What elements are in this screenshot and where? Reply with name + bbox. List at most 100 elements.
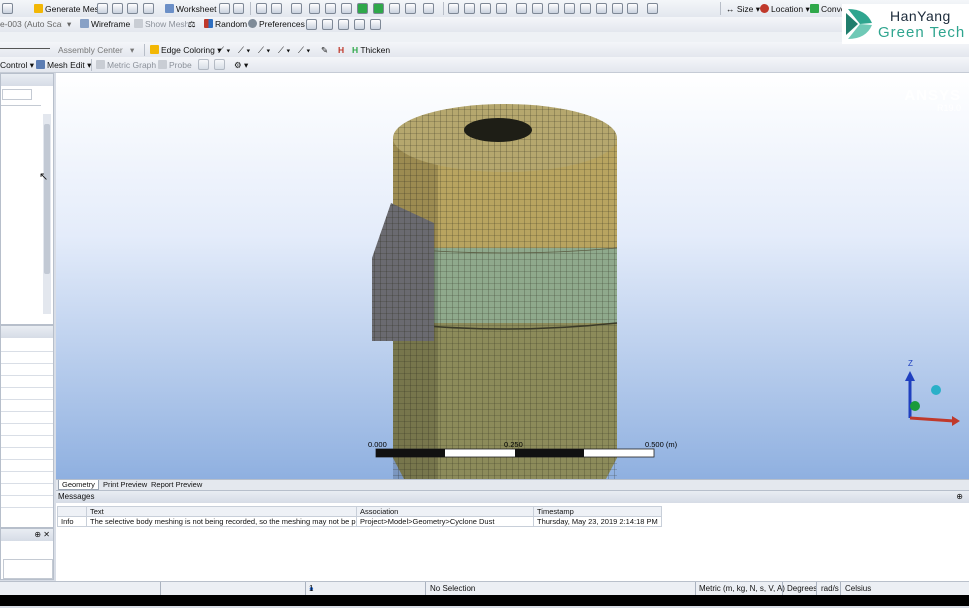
- align-icon[interactable]: [354, 19, 365, 30]
- toolbar-display: e-003 (Auto Scale) ▾ Wireframe Show Mesh…: [0, 17, 969, 33]
- location-button[interactable]: Location ▾: [760, 3, 810, 16]
- properties-field[interactable]: [3, 559, 53, 579]
- mesh-show-icon[interactable]: [112, 3, 123, 14]
- previous-view-icon[interactable]: [580, 3, 591, 14]
- table-icon[interactable]: [127, 3, 138, 14]
- h-icon[interactable]: H: [338, 44, 344, 57]
- zoom-box-icon[interactable]: [532, 3, 543, 14]
- edge-display-icon[interactable]: ⟋ ▾: [218, 44, 230, 57]
- pan-icon[interactable]: [464, 3, 475, 14]
- control-dropdown[interactable]: Control ▾: [0, 59, 34, 72]
- pin-icon[interactable]: ⊕: [34, 530, 41, 539]
- step-dropdown-icon[interactable]: ▾: [67, 18, 71, 31]
- outline-panel: ↖: [0, 73, 54, 325]
- units-status[interactable]: Metric (m, kg, N, s, V, A): [699, 582, 785, 595]
- size-button[interactable]: ↔ Size ▾: [726, 3, 760, 16]
- align-icon[interactable]: [322, 19, 333, 30]
- edge-display-icon[interactable]: ⟋ ▾: [298, 44, 310, 57]
- report-icon[interactable]: [143, 3, 154, 14]
- zoom-icon[interactable]: [480, 3, 491, 14]
- scale-icon[interactable]: ⚖: [188, 18, 196, 31]
- angular-velocity-units[interactable]: rad/s: [821, 582, 839, 595]
- outline-scrollbar[interactable]: [43, 114, 51, 314]
- viewport-layout-icon[interactable]: [647, 3, 658, 14]
- select-mode-icon[interactable]: [256, 3, 267, 14]
- wireframe-button[interactable]: Wireframe: [80, 18, 130, 31]
- messages-panel: Messages ⊕ Text Association Timestamp Inf…: [56, 490, 969, 581]
- cyclone-mesh-model[interactable]: [56, 73, 969, 479]
- align-icon[interactable]: [306, 19, 317, 30]
- select-body-icon[interactable]: [309, 3, 320, 14]
- extend-icon[interactable]: [423, 3, 434, 14]
- convert-button[interactable]: Conve: [810, 3, 846, 16]
- lock-icon[interactable]: [627, 3, 638, 14]
- annotation-icon[interactable]: [214, 59, 225, 70]
- metric-graph-button[interactable]: Metric Graph: [96, 59, 156, 72]
- rotate-icon[interactable]: [448, 3, 459, 14]
- assembly-center-chevron-icon[interactable]: ▾: [130, 44, 134, 57]
- outline-header: [1, 74, 53, 86]
- logo-line1: HanYang: [890, 8, 951, 24]
- angle-units[interactable]: Degrees: [787, 582, 817, 595]
- thicken-icon: H: [352, 45, 359, 55]
- triad-z-label: Z: [908, 359, 913, 368]
- magnifier-icon[interactable]: [564, 3, 575, 14]
- graph-icon: [96, 60, 105, 69]
- scrollbar-thumb[interactable]: [44, 124, 50, 274]
- graphics-viewport[interactable]: ANSYS R19.0 0.000 0.250 0.500 (m) Z: [56, 73, 969, 479]
- help-icon[interactable]: [219, 3, 230, 14]
- close-icon[interactable]: ✕: [43, 530, 50, 539]
- thicken-button[interactable]: H Thicken: [352, 44, 390, 57]
- tab-geometry[interactable]: Geometry: [58, 480, 99, 490]
- box-zoom-icon[interactable]: [496, 3, 507, 14]
- select-element-icon[interactable]: [341, 3, 352, 14]
- show-mesh-button[interactable]: Show Mesh: [134, 18, 189, 31]
- preferences-button[interactable]: Preferences: [248, 18, 305, 31]
- thin-edge-icon[interactable]: ✎: [321, 44, 328, 57]
- edge-display-icon[interactable]: ⟋ ▾: [238, 44, 250, 57]
- outline-search-field[interactable]: [2, 89, 32, 100]
- select-face-icon[interactable]: [271, 3, 282, 14]
- select-vertex-icon[interactable]: [325, 3, 336, 14]
- mesh-icon: [134, 19, 143, 28]
- align-icon[interactable]: [370, 19, 381, 30]
- toolbar-main: Generate Mesh Worksheet ↔ Size ▾ Locatio…: [0, 0, 969, 18]
- select-node-icon[interactable]: [357, 3, 368, 14]
- tab-report-preview[interactable]: Report Preview: [148, 480, 205, 489]
- message-row[interactable]: Info The selective body meshing is not b…: [57, 516, 662, 527]
- select-part-icon[interactable]: [405, 3, 416, 14]
- align-icon[interactable]: [338, 19, 349, 30]
- mesh-edit-dropdown[interactable]: Mesh Edit ▾: [36, 59, 91, 72]
- preview-icon[interactable]: [97, 3, 108, 14]
- zoom-fit-icon[interactable]: [516, 3, 527, 14]
- arrows-horizontal-icon: ↔: [726, 4, 735, 14]
- zoom-to-fit-icon[interactable]: [548, 3, 559, 14]
- generate-mesh-button[interactable]: Generate Mesh: [34, 3, 104, 16]
- logo-line2: Green Tech: [878, 24, 966, 41]
- isometric-icon[interactable]: [612, 3, 623, 14]
- worksheet-button[interactable]: Worksheet: [165, 3, 216, 16]
- assembly-center-dropdown[interactable]: Assembly Center: [58, 44, 123, 57]
- pin-icon[interactable]: ⊕: [956, 491, 963, 503]
- edge-display-icon[interactable]: ⟋ ▾: [258, 44, 270, 57]
- tab-print-preview[interactable]: Print Preview: [100, 480, 150, 489]
- probe-button[interactable]: Probe: [158, 59, 192, 72]
- tool-icon[interactable]: [2, 3, 13, 14]
- random-button[interactable]: Random: [204, 18, 247, 31]
- temperature-units[interactable]: Celsius: [845, 582, 871, 595]
- select-mesh-icon[interactable]: [373, 3, 384, 14]
- select-icon[interactable]: [233, 3, 244, 14]
- settings-gear-icon[interactable]: ⚙ ▾: [234, 59, 248, 72]
- worksheet-icon: [165, 4, 174, 13]
- annotation-icon[interactable]: [198, 59, 209, 70]
- edge-display-icon[interactable]: ⟋ ▾: [278, 44, 290, 57]
- select-body-icon[interactable]: [389, 3, 400, 14]
- step-field[interactable]: e-003 (Auto Scale): [0, 18, 62, 31]
- location-pin-icon: [760, 4, 769, 13]
- select-edge-icon[interactable]: [291, 3, 302, 14]
- wireframe-icon: [80, 19, 89, 28]
- preferences-icon: [248, 19, 257, 28]
- next-view-icon[interactable]: [596, 3, 607, 14]
- edge-coloring-button[interactable]: Edge Coloring ▾: [150, 44, 222, 57]
- scale-label-mid: 0.250: [504, 440, 523, 449]
